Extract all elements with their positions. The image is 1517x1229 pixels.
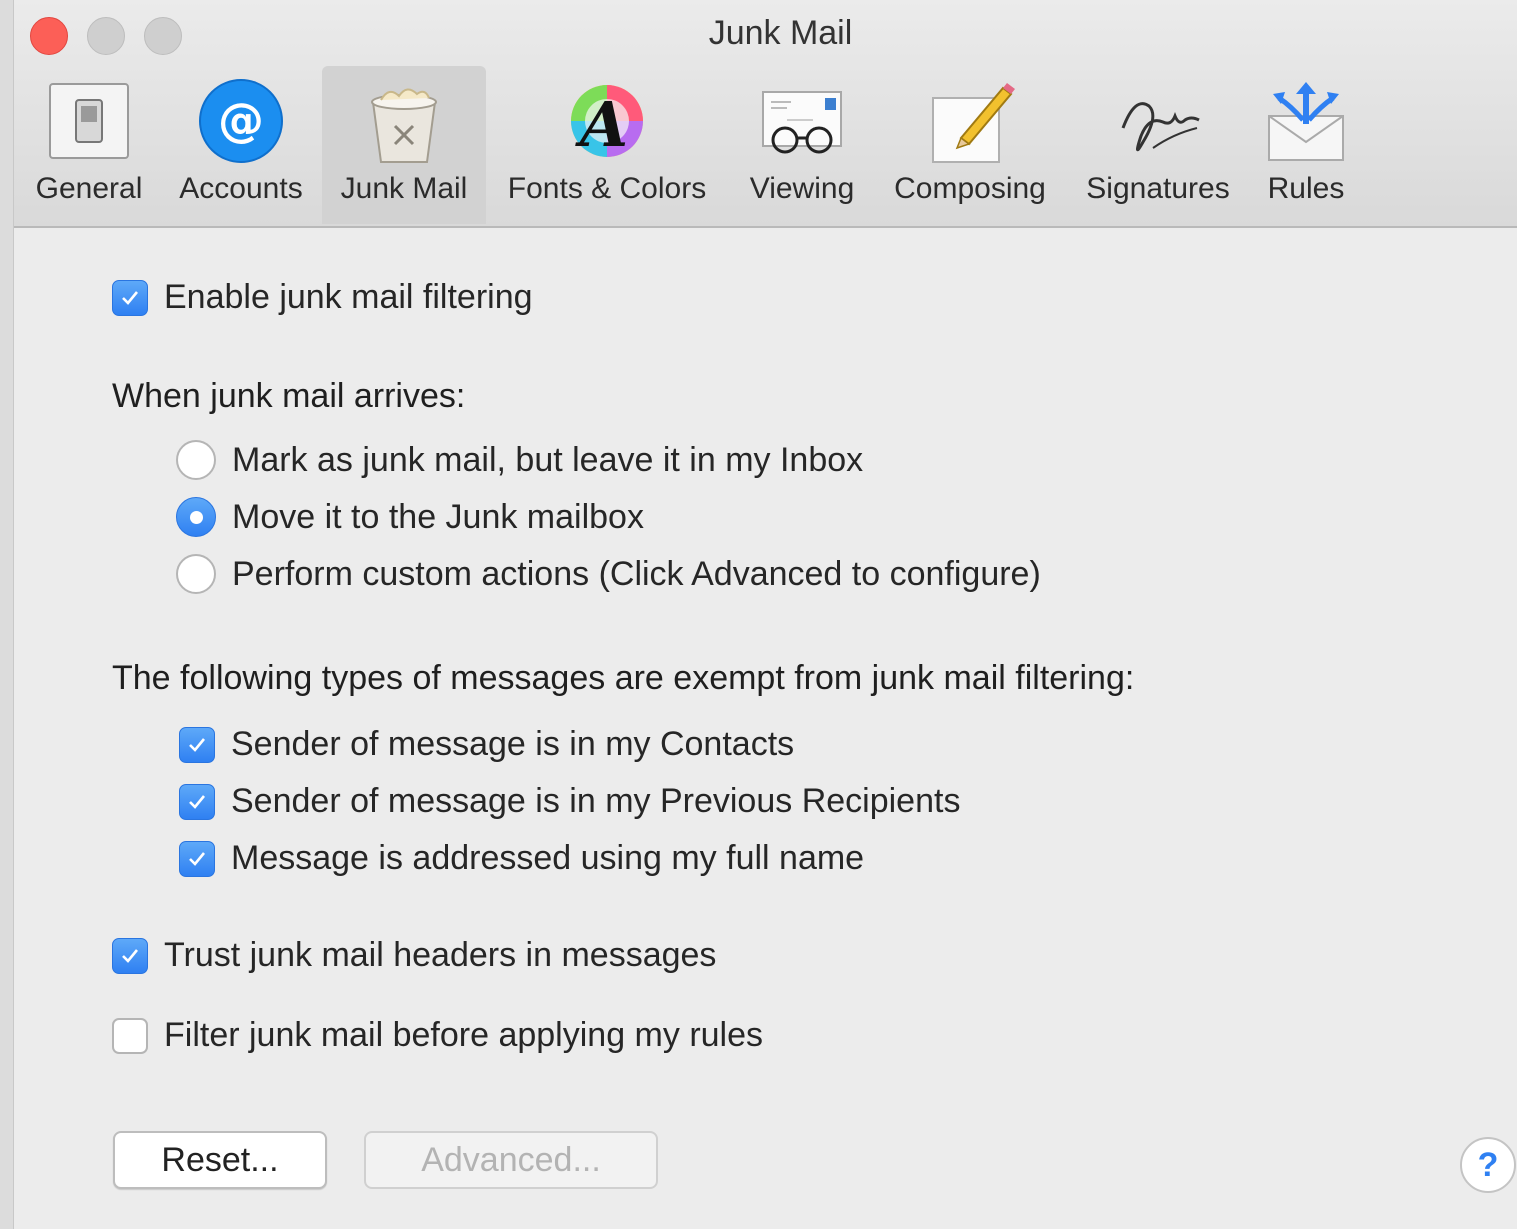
checkbox-checked[interactable] bbox=[179, 783, 215, 820]
at-sign-icon: @ bbox=[199, 79, 283, 163]
window-title: Junk Mail bbox=[708, 14, 853, 52]
tab-fonts-colors[interactable]: A Fonts & Colors bbox=[494, 66, 720, 224]
tab-accounts-label: Accounts bbox=[179, 172, 303, 205]
trust-headers-label: Trust junk mail headers in messages bbox=[164, 936, 717, 974]
enable-filtering-checkbox[interactable]: Enable junk mail filtering bbox=[112, 278, 533, 317]
glasses-letter-icon bbox=[762, 91, 842, 154]
envelope-arrows-icon bbox=[1268, 82, 1344, 161]
tab-signatures-label: Signatures bbox=[1086, 172, 1230, 205]
checkmark-icon bbox=[189, 737, 206, 752]
radio-move-to-junk-label: Move it to the Junk mailbox bbox=[232, 497, 644, 536]
checkmark-icon bbox=[189, 851, 206, 866]
svg-text:A: A bbox=[575, 88, 628, 161]
tab-junk-mail[interactable]: Junk Mail bbox=[322, 66, 486, 224]
svg-text:@: @ bbox=[218, 93, 264, 147]
exempt-full-name-checkbox[interactable]: Message is addressed using my full name bbox=[179, 839, 864, 878]
tab-rules[interactable]: Rules bbox=[1254, 66, 1358, 224]
tab-fonts-colors-label: Fonts & Colors bbox=[507, 172, 707, 205]
tab-rules-label: Rules bbox=[1267, 172, 1345, 205]
exempt-contacts-checkbox[interactable]: Sender of message is in my Contacts bbox=[179, 725, 794, 764]
checkmark-icon bbox=[189, 794, 206, 809]
font-color-wheel-icon: A bbox=[571, 85, 643, 161]
switch-icon bbox=[49, 83, 129, 159]
radio-unselected[interactable] bbox=[176, 440, 216, 480]
exempt-full-name-label: Message is addressed using my full name bbox=[231, 839, 865, 877]
title-bar: Junk Mail General @ Accounts Junk Mail A… bbox=[14, 0, 1517, 228]
radio-mark-as-junk[interactable]: Mark as junk mail, but leave it in my In… bbox=[176, 440, 863, 480]
tab-signatures[interactable]: Signatures bbox=[1076, 66, 1240, 224]
checkbox-checked[interactable] bbox=[179, 840, 215, 877]
radio-unselected[interactable] bbox=[176, 554, 216, 594]
junk-mail-settings: Enable junk mail filtering When junk mai… bbox=[14, 228, 1517, 1229]
paper-pencil-icon bbox=[932, 83, 1015, 163]
enable-filtering-label: Enable junk mail filtering bbox=[164, 278, 533, 316]
help-button[interactable]: ? bbox=[1460, 1137, 1516, 1193]
filter-before-rules-checkbox[interactable]: Filter junk mail before applying my rule… bbox=[112, 1016, 763, 1055]
tab-composing[interactable]: Composing bbox=[880, 66, 1060, 224]
checkbox-unchecked[interactable] bbox=[112, 1017, 148, 1054]
radio-custom-actions-label: Perform custom actions (Click Advanced t… bbox=[232, 554, 1041, 593]
tab-general-label: General bbox=[35, 172, 143, 205]
tab-accounts[interactable]: @ Accounts bbox=[166, 66, 316, 224]
tab-viewing[interactable]: Viewing bbox=[738, 66, 866, 224]
advanced-button[interactable]: Advanced... bbox=[364, 1131, 658, 1189]
preferences-toolbar: General @ Accounts Junk Mail A Fonts & C… bbox=[14, 66, 1517, 224]
signature-icon bbox=[1121, 102, 1200, 152]
checkmark-icon bbox=[122, 290, 139, 305]
exempt-previous-recipients-label: Sender of message is in my Previous Reci… bbox=[231, 782, 961, 820]
checkbox-checked[interactable] bbox=[112, 279, 148, 316]
preferences-window: Junk Mail General @ Accounts Junk Mail A… bbox=[14, 0, 1517, 1229]
arrival-heading: When junk mail arrives: bbox=[112, 377, 466, 415]
checkmark-icon bbox=[122, 948, 139, 963]
tab-viewing-label: Viewing bbox=[749, 172, 855, 205]
checkbox-checked[interactable] bbox=[179, 726, 215, 763]
tab-junk-mail-label: Junk Mail bbox=[340, 172, 468, 205]
trash-can-icon bbox=[371, 88, 437, 163]
tab-general[interactable]: General bbox=[22, 66, 156, 224]
radio-custom-actions[interactable]: Perform custom actions (Click Advanced t… bbox=[176, 554, 1041, 594]
checkbox-checked[interactable] bbox=[112, 937, 148, 974]
trust-headers-checkbox[interactable]: Trust junk mail headers in messages bbox=[112, 936, 716, 975]
reset-button[interactable]: Reset... bbox=[113, 1131, 327, 1189]
radio-move-to-junk[interactable]: Move it to the Junk mailbox bbox=[176, 497, 644, 537]
exempt-contacts-label: Sender of message is in my Contacts bbox=[231, 725, 795, 763]
radio-selected[interactable] bbox=[176, 497, 216, 537]
exempt-previous-recipients-checkbox[interactable]: Sender of message is in my Previous Reci… bbox=[179, 782, 960, 821]
filter-before-rules-label: Filter junk mail before applying my rule… bbox=[164, 1016, 764, 1054]
exempt-heading: The following types of messages are exem… bbox=[112, 659, 1135, 697]
tab-composing-label: Composing bbox=[894, 172, 1046, 205]
radio-mark-as-junk-label: Mark as junk mail, but leave it in my In… bbox=[232, 440, 864, 479]
